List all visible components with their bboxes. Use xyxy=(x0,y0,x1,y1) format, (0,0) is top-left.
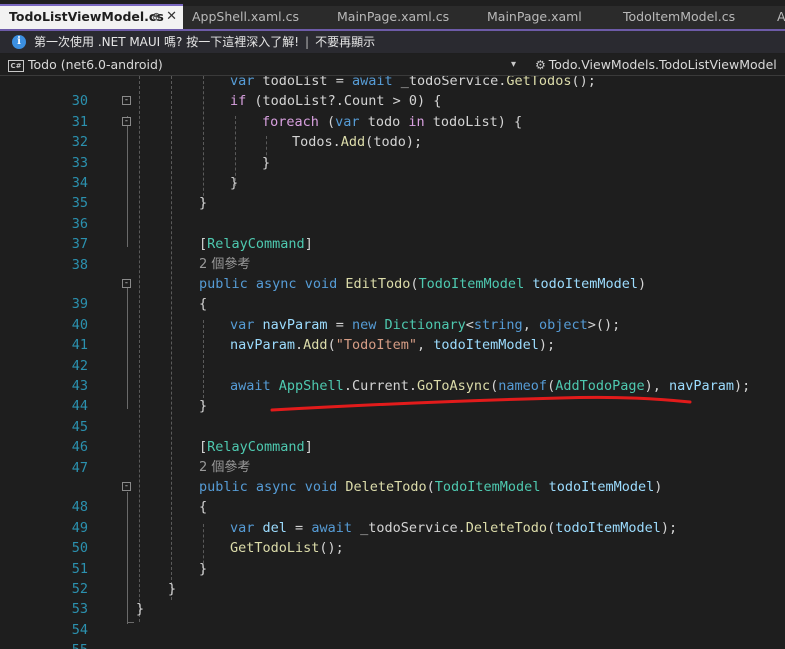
document-tab-bar: TodoListViewModel.cs ⊕ ✕ AppShell.xaml.c… xyxy=(0,0,785,31)
dont-show-again-link[interactable]: 不要再顯示 xyxy=(315,35,375,49)
code-line: 39 - public async void EditTodo(TodoItem… xyxy=(0,274,785,312)
collapse-icon[interactable]: - xyxy=(122,116,131,126)
class-icon: ⚙ xyxy=(535,58,546,72)
tab-overflow[interactable]: A xyxy=(772,6,785,29)
tab-mainpage-xaml-cs[interactable]: MainPage.xaml.cs xyxy=(328,6,478,29)
code-line: 52 } xyxy=(0,559,785,597)
code-line: 33 Todos.Add(todo); xyxy=(0,132,785,170)
tab-label: MainPage.xaml.cs xyxy=(337,9,450,24)
code-line: 32 - foreach (var todo in todoList) { xyxy=(0,112,785,150)
code-line: 31 - if (todoList?.Count > 0) { xyxy=(0,91,785,129)
code-line: 54 } xyxy=(0,599,785,637)
code-line: 44 await AppShell.Current.GoToAsync(name… xyxy=(0,376,785,414)
tab-label: MainPage.xaml xyxy=(487,9,582,24)
project-dropdown[interactable]: C# Todo (net6.0-android) ▾ xyxy=(8,54,516,75)
type-name: Todo.ViewModels.TodoListViewModel xyxy=(548,57,777,72)
info-bar: i 第一次使用 .NET MAUI 嗎? 按一下這裡深入了解! | 不要再顯示 xyxy=(0,31,785,53)
pin-icon[interactable]: ⊕ xyxy=(152,6,161,28)
code-line: 43 xyxy=(0,356,785,394)
collapse-icon[interactable]: - xyxy=(122,279,131,289)
collapse-icon[interactable]: - xyxy=(122,482,131,492)
code-line: 48 - public async void DeleteTodo(TodoIt… xyxy=(0,477,785,515)
close-icon[interactable]: ✕ xyxy=(166,6,177,28)
codelens-references[interactable]: 2 個參考 xyxy=(0,458,785,478)
code-line: 36 } xyxy=(0,193,785,231)
csharp-project-icon: C# xyxy=(8,60,24,72)
code-line: 41 var navParam = new Dictionary<string,… xyxy=(0,315,785,353)
separator: | xyxy=(305,35,310,49)
tab-label: TodoListViewModel.cs xyxy=(9,9,164,24)
code-line: 55 xyxy=(0,620,785,649)
code-line: 49 { xyxy=(0,497,785,535)
navigation-bar: C# Todo (net6.0-android) ▾ ⚙ Todo.ViewMode… xyxy=(0,54,785,76)
tab-label: AppShell.xaml.cs xyxy=(192,9,299,24)
tab-todolistviewmodel-cs[interactable]: TodoListViewModel.cs ⊕ ✕ xyxy=(0,4,183,29)
info-icon: i xyxy=(12,35,26,49)
learn-more-link[interactable]: 第一次使用 .NET MAUI 嗎? 按一下這裡深入了解! xyxy=(34,35,299,49)
code-line: 38 [RelayCommand] xyxy=(0,234,785,272)
code-line: 53 } xyxy=(0,579,785,617)
code-line: 46 xyxy=(0,417,785,455)
code-line: 37 xyxy=(0,214,785,252)
line-number: 55 xyxy=(30,640,88,649)
code-line: 45 } xyxy=(0,396,785,434)
codelens-references[interactable]: 2 個參考 xyxy=(0,255,785,275)
tab-mainpage-xaml[interactable]: MainPage.xaml xyxy=(478,6,614,29)
tab-label: A xyxy=(777,9,785,24)
code-line: 47 [RelayCommand] xyxy=(0,437,785,475)
code-line: 30 var todoList = await _todoService.Get… xyxy=(0,76,785,109)
code-line: 42 navParam.Add("TodoItem", todoItemMode… xyxy=(0,335,785,373)
code-line: 34 } xyxy=(0,153,785,191)
code-line: 51 GetTodoList(); xyxy=(0,538,785,576)
tab-todoitemmodel-cs[interactable]: TodoItemModel.cs xyxy=(614,6,772,29)
type-dropdown[interactable]: ⚙ Todo.ViewModels.TodoListViewModel xyxy=(535,54,777,76)
code-line: 35 } xyxy=(0,173,785,211)
code-line: 50 var del = await _todoService.DeleteTo… xyxy=(0,518,785,556)
tab-label: TodoItemModel.cs xyxy=(623,9,736,24)
tab-appshell-xaml-cs[interactable]: AppShell.xaml.cs xyxy=(183,6,328,29)
code-editor[interactable]: 30 var todoList = await _todoService.Get… xyxy=(0,76,785,649)
project-name: Todo (net6.0-android) xyxy=(28,57,163,72)
chevron-down-icon: ▾ xyxy=(511,59,517,70)
code-line: 40 { xyxy=(0,294,785,332)
collapse-icon[interactable]: - xyxy=(122,96,131,106)
